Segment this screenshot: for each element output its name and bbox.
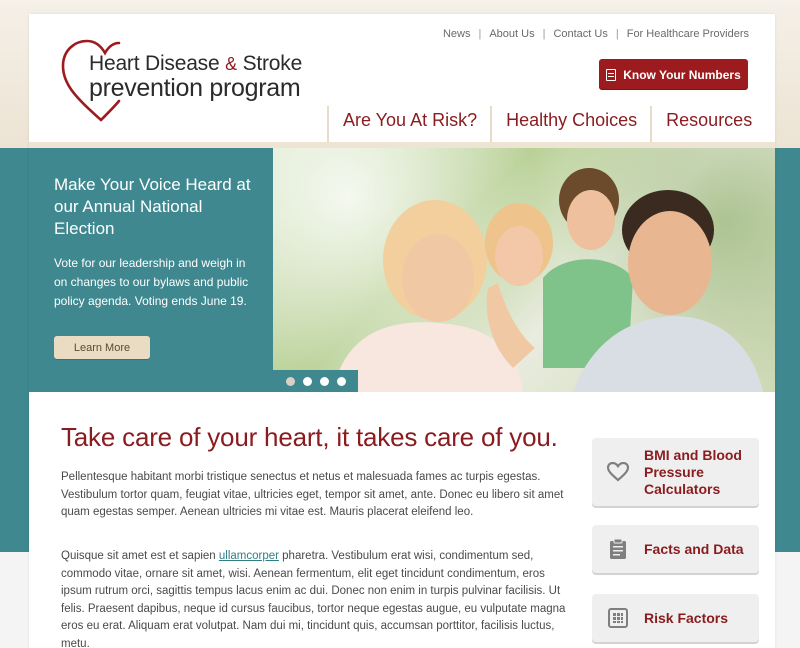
heart-icon bbox=[592, 462, 644, 482]
nav-item-are-you-at-risk[interactable]: Are You At Risk? bbox=[327, 106, 490, 142]
sidebar-item-label: Risk Factors bbox=[644, 609, 729, 626]
util-link-about-us[interactable]: About Us bbox=[481, 28, 542, 40]
site-logo[interactable]: Heart Disease & Stroke prevention progra… bbox=[61, 38, 303, 124]
hero-panel: Make Your Voice Heard at our Annual Nati… bbox=[29, 148, 273, 392]
slider-dot-4[interactable] bbox=[336, 376, 346, 386]
clipboard-icon bbox=[592, 538, 644, 560]
ullamcorper-link[interactable]: ullamcorper bbox=[219, 550, 279, 562]
slider-dot-2[interactable] bbox=[302, 376, 312, 386]
util-link-healthcare-providers[interactable]: For Healthcare Providers bbox=[619, 28, 749, 40]
intro-paragraph: Pellentesque habitant morbi tristique se… bbox=[61, 471, 564, 519]
hero-image-family bbox=[273, 148, 775, 392]
sidebar-item-label: Facts and Data bbox=[644, 540, 744, 557]
sidebar-item-bmi-calculators[interactable]: BMI and Blood Pressure Calculators bbox=[592, 438, 759, 506]
family-photo-illustration bbox=[333, 168, 763, 392]
body-text-start: Quisque sit amet est et sapien bbox=[61, 550, 219, 562]
slider-dot-3[interactable] bbox=[319, 376, 329, 386]
nav-item-healthy-choices[interactable]: Healthy Choices bbox=[490, 106, 650, 142]
nav-item-resources[interactable]: Resources bbox=[650, 106, 765, 142]
calculator-icon bbox=[592, 608, 644, 628]
hero-text: Vote for our leadership and weigh in on … bbox=[54, 256, 249, 308]
body-text-end: pharetra. Vestibulum erat wisi, condimen… bbox=[61, 550, 566, 648]
slider-dot-1[interactable] bbox=[285, 376, 295, 386]
know-your-numbers-button[interactable]: Know Your Numbers bbox=[599, 59, 748, 90]
hero-title: Make Your Voice Heard at our Annual Nati… bbox=[54, 175, 251, 238]
util-link-contact-us[interactable]: Contact Us bbox=[545, 28, 615, 40]
sidebar-item-facts-and-data[interactable]: Facts and Data bbox=[592, 525, 759, 573]
know-your-numbers-label: Know Your Numbers bbox=[623, 67, 741, 82]
slider-dots bbox=[273, 370, 358, 392]
page-card: Heart Disease & Stroke prevention progra… bbox=[29, 14, 775, 648]
logo-subtitle: prevention program bbox=[89, 74, 301, 102]
util-link-news[interactable]: News bbox=[435, 28, 479, 40]
sidebar-item-label: BMI and Blood Pressure Calculators bbox=[644, 446, 742, 497]
main-nav: Are You At Risk? Healthy Choices Resourc… bbox=[327, 106, 765, 142]
utility-nav: News | About Us | Contact Us | For Healt… bbox=[435, 28, 749, 40]
page-heading: Take care of your heart, it takes care o… bbox=[61, 422, 558, 452]
learn-more-button[interactable]: Learn More bbox=[54, 336, 150, 359]
document-icon bbox=[606, 68, 617, 81]
logo-title: Heart Disease & Stroke bbox=[89, 52, 303, 75]
body-paragraph: Quisque sit amet est et sapien ullamcorp… bbox=[61, 548, 573, 648]
sidebar-item-risk-factors[interactable]: Risk Factors bbox=[592, 594, 759, 642]
